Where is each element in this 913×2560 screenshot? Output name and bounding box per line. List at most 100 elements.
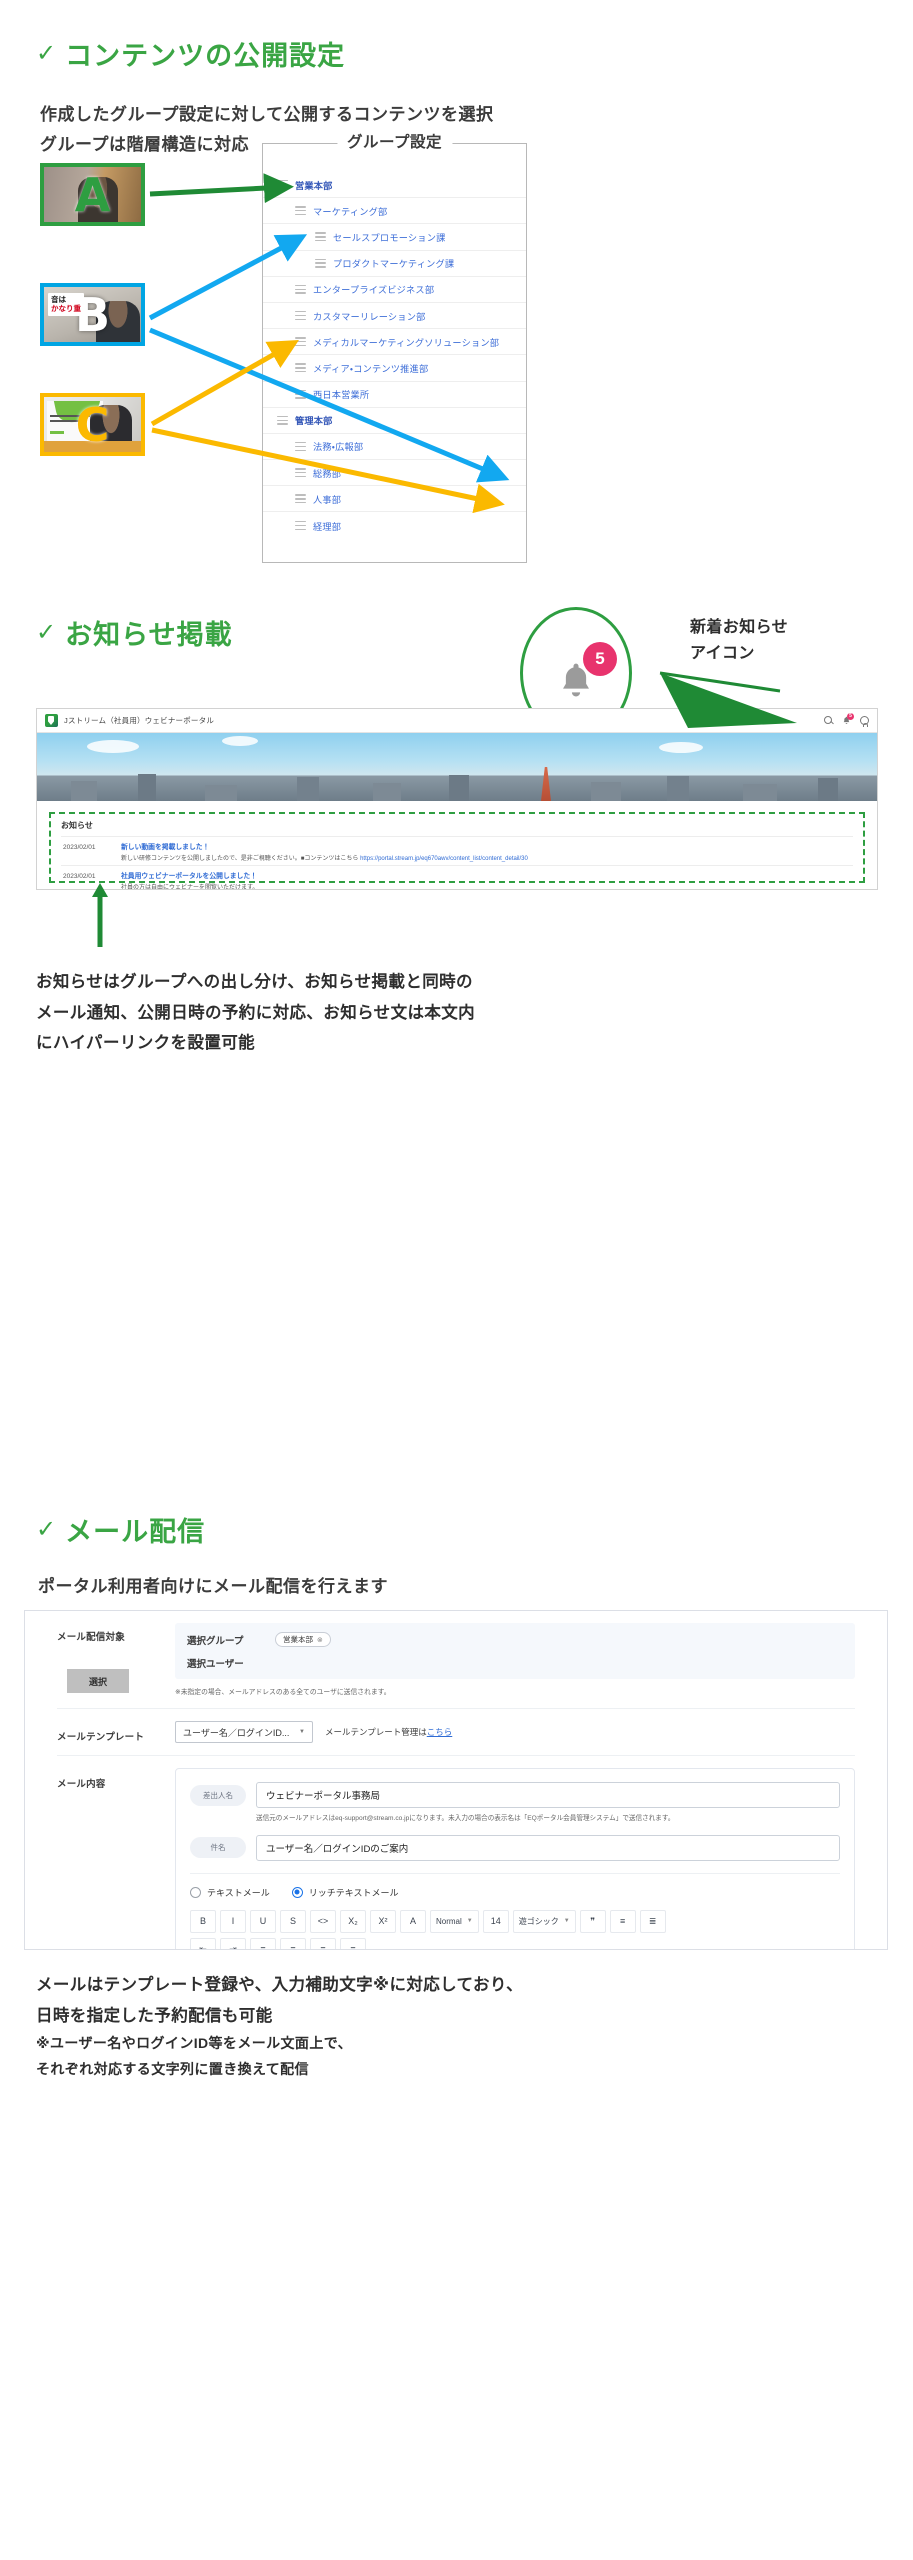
drag-handle-icon[interactable]	[315, 232, 326, 242]
editor-tool-s[interactable]: S	[280, 1909, 306, 1933]
editor-tool-u[interactable]: U	[250, 1909, 276, 1933]
notice-headline[interactable]: 新しい動画を掲載しました！	[121, 841, 853, 851]
mail-template-select[interactable]: ユーザー名／ログインID... ▼	[175, 1721, 313, 1743]
editor-tool-14[interactable]: 14	[482, 1909, 509, 1933]
mail-content-card: 差出人名 ウェビナーポータル事務局 送信元のメールアドレスはeq-support…	[175, 1768, 855, 1949]
bell-badge-count: 5	[583, 642, 617, 676]
editor-align-[interactable]: ⇥	[220, 1937, 246, 1949]
mail-copy-line-3: ※ユーザー名やログインID等をメール文面上で、	[36, 2035, 352, 2052]
notice-row[interactable]: 2023/02/01 社員用ウェビナーポータルを公開しました！ 社員の方は自由にウェ…	[61, 865, 853, 889]
editor-align-[interactable]: ⇤	[190, 1937, 216, 1949]
group-tree-item[interactable]: 人事部	[263, 486, 526, 513]
notification-badge: 5	[847, 713, 854, 720]
notice-link[interactable]: https://portal.stream.jp/eq670awv/conten…	[360, 856, 528, 862]
radio-text-mail[interactable]: テキストメール	[190, 1886, 270, 1899]
drag-handle-icon[interactable]	[315, 258, 326, 268]
editor-align-[interactable]: ≡	[280, 1937, 306, 1949]
group-tree-item[interactable]: 経理部	[263, 512, 526, 538]
portal-hero-banner	[37, 733, 877, 801]
drag-handle-icon[interactable]	[295, 363, 306, 373]
drag-handle-icon[interactable]	[295, 441, 306, 451]
thumbnail-b-caption: 音は かなり重	[48, 293, 84, 316]
drag-handle-icon[interactable]	[295, 389, 306, 399]
bell-callout-label: 新着お知らせ アイコン	[690, 615, 788, 668]
sender-name-input[interactable]: ウェビナーポータル事務局	[256, 1782, 840, 1808]
callout-leader-line	[659, 671, 781, 693]
portal-title: Jストリーム（社員用）ウェビナーポータル	[64, 716, 215, 725]
mail-content-label: メール内容	[57, 1779, 106, 1790]
mail-target-label: メール配信対象	[57, 1632, 125, 1643]
group-tree-item[interactable]: 総務部	[263, 460, 526, 487]
group-tree-item[interactable]: メディカルマーケティングソリューション部	[263, 329, 526, 356]
drag-handle-icon[interactable]	[295, 311, 306, 321]
editor-align-[interactable]: ≡	[340, 1937, 366, 1949]
selected-group-chip[interactable]: 営業本部 ⊗	[275, 1632, 331, 1647]
thumbnail-content-a[interactable]: A	[40, 163, 145, 226]
section-content-heading: ✓ コンテンツの公開設定	[36, 34, 345, 73]
group-tree-item[interactable]: 西日本営業所	[263, 382, 526, 408]
drag-handle-icon[interactable]	[295, 206, 306, 216]
sender-name-row: 差出人名 ウェビナーポータル事務局	[190, 1782, 840, 1808]
notice-row[interactable]: 2023/02/01 新しい動画を掲載しました！ 新しい研修コンテンツを公開しました…	[61, 836, 853, 865]
radio-text-mail-label: テキストメール	[207, 1887, 270, 1898]
drag-handle-icon[interactable]	[295, 337, 306, 347]
notice-rows: 2023/02/01 新しい動画を掲載しました！ 新しい研修コンテンツを公開しました…	[61, 836, 853, 889]
notice-headline[interactable]: 社員用ウェビナーポータルを公開しました！	[121, 870, 853, 880]
drag-handle-icon[interactable]	[277, 415, 288, 425]
radio-rich-text-mail-circle	[291, 1886, 303, 1898]
user-avatar-icon[interactable]	[860, 716, 869, 727]
portal-logo-icon	[45, 714, 58, 727]
radio-rich-text-mail[interactable]: リッチテキストメール	[291, 1886, 398, 1899]
check-icon: ✓	[36, 619, 58, 646]
notification-bell-icon[interactable]: 5	[842, 713, 854, 725]
mail-template-row: メールテンプレート ユーザー名／ログインID... ▼ メールテンプレート管理は…	[57, 1721, 855, 1743]
mail-template-manage-link[interactable]: こちら	[427, 1727, 453, 1737]
notice-copy-line-3: にハイパーリンクを設置可能	[36, 1034, 256, 1053]
subject-input[interactable]: ユーザー名／ログインIDのご案内	[256, 1834, 840, 1861]
group-list: 営業本部マーケティング部セールスプロモーション課 プロダクトマーケティング課 エンタ…	[263, 172, 526, 539]
group-tree-item-label: 総務部	[313, 468, 342, 480]
group-tree-item[interactable]: プロダクトマーケティング課	[263, 251, 526, 277]
select-recipients-button[interactable]: 選択	[67, 1669, 129, 1693]
section-mail-heading-text: メール配信	[65, 1517, 206, 1547]
editor-tool-[interactable]: <>	[310, 1909, 336, 1933]
editor-tool-normal[interactable]: Normal ▼	[430, 1909, 479, 1933]
group-tree-item[interactable]: エンタープライズビジネス部	[263, 277, 526, 303]
group-tree-item-label: メディカルマーケティングソリューション部	[313, 337, 500, 349]
mail-target-note: ※未指定の場合、メールアドレスのある全てのユーザに送信されます。	[175, 1689, 391, 1696]
group-tree-item[interactable]: カスタマーリレーション部	[263, 303, 526, 330]
editor-tool-[interactable]: ❞	[579, 1909, 606, 1933]
editor-tool-[interactable]: 遊ゴシック ▼	[512, 1909, 576, 1933]
editor-tool-b[interactable]: B	[190, 1909, 216, 1933]
group-tree-item[interactable]: セールスプロモーション課	[263, 224, 526, 251]
drag-handle-icon[interactable]	[295, 521, 306, 531]
editor-tool-i[interactable]: I	[220, 1909, 246, 1933]
editor-align-[interactable]: ≡	[310, 1937, 336, 1949]
editor-tool-x[interactable]: X₂	[340, 1909, 366, 1933]
thumbnail-content-b[interactable]: 音は かなり重 B	[40, 283, 145, 346]
thumbnail-content-c[interactable]: C	[40, 393, 145, 456]
editor-tool-a[interactable]: A	[400, 1909, 426, 1933]
drag-handle-icon[interactable]	[295, 494, 306, 504]
mail-copy-line-2: 日時を指定した予約配信も可能	[36, 2006, 273, 2025]
group-tree-item[interactable]: 管理本部	[263, 408, 526, 434]
group-tree-item[interactable]: 法務・広報部	[263, 434, 526, 461]
editor-toolbar-row-1: B I U S <> X₂ X² A Normal ▼ 14 遊ゴシック ▼ ❞ ≡ ≣	[190, 1909, 840, 1933]
editor-align-[interactable]: ≡	[250, 1937, 276, 1949]
editor-tool-x[interactable]: X²	[370, 1909, 396, 1933]
thumbnail-b-caption-line1: 音は	[51, 295, 66, 304]
drag-handle-icon[interactable]	[277, 180, 288, 190]
thumbnail-c-letter: C	[75, 397, 110, 452]
editor-tool-[interactable]: ≣	[639, 1909, 666, 1933]
group-tree-item-label: 人事部	[313, 494, 342, 506]
drag-handle-icon[interactable]	[295, 284, 306, 294]
drag-handle-icon[interactable]	[295, 468, 306, 478]
group-tree-item[interactable]: マーケティング部	[263, 198, 526, 225]
search-icon[interactable]	[824, 716, 833, 725]
group-tree-item[interactable]: 営業本部	[263, 172, 526, 199]
chip-remove-icon[interactable]: ⊗	[317, 1636, 323, 1644]
group-tree-item-label: マーケティング部	[313, 206, 388, 218]
group-tree-item[interactable]: メディア・コンテンツ推進部	[263, 355, 526, 382]
mail-template-manage: メールテンプレート管理はこちら	[325, 1726, 452, 1738]
editor-tool-[interactable]: ≡	[609, 1909, 636, 1933]
